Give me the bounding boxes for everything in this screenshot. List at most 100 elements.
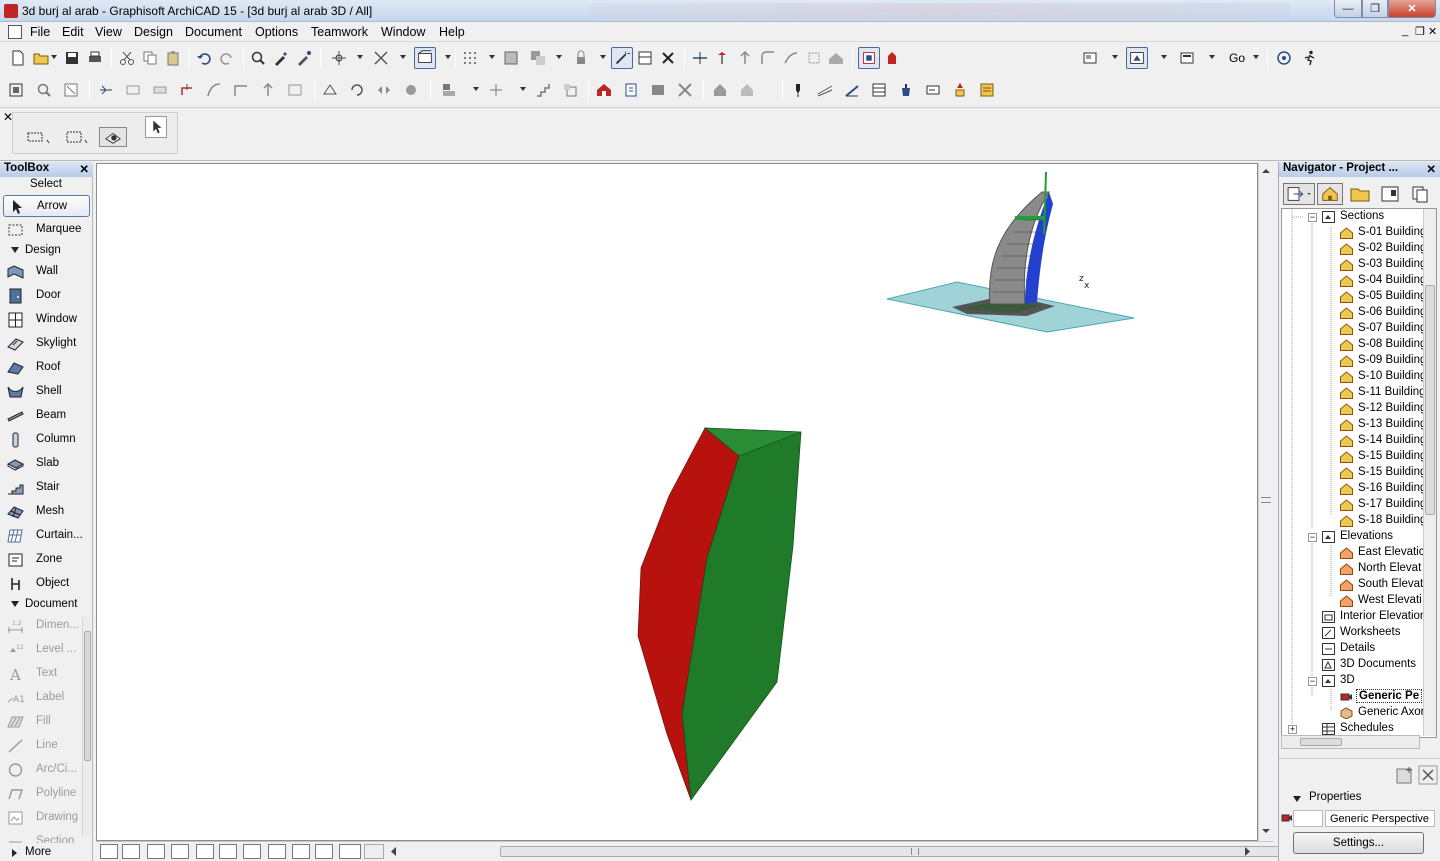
project-map-tab-icon[interactable] <box>1317 183 1343 205</box>
menu-document[interactable]: Document <box>185 25 242 39</box>
delete-view-icon[interactable] <box>1418 765 1438 785</box>
mdi-minimize-button[interactable]: _ <box>1402 25 1408 37</box>
menu-teamwork[interactable]: Teamwork <box>311 25 368 39</box>
undo-icon[interactable] <box>196 50 212 66</box>
hscroll-grip-icon[interactable] <box>911 848 919 855</box>
tool-slab[interactable]: Slab <box>3 453 90 475</box>
tool-beam[interactable]: Beam <box>3 405 90 427</box>
navigator-vertical-scrollbar[interactable] <box>1423 209 1436 736</box>
bucket-icon[interactable] <box>898 82 914 98</box>
offset-icon[interactable] <box>783 50 799 66</box>
order-dropdown-icon[interactable] <box>556 55 562 59</box>
dimension-line-icon[interactable] <box>98 82 114 98</box>
schedule-icon[interactable] <box>871 82 887 98</box>
menu-file[interactable]: File <box>30 25 50 39</box>
walk-icon[interactable] <box>1302 50 1318 66</box>
zoom-out-icon[interactable] <box>219 844 237 859</box>
slope-icon[interactable] <box>844 82 860 98</box>
menu-options[interactable]: Options <box>255 25 298 39</box>
tool-arc-circle[interactable]: Arc/Ci... <box>3 759 90 781</box>
menu-design[interactable]: Design <box>134 25 173 39</box>
3d-dropdown-icon[interactable] <box>1161 55 1167 59</box>
publisher-sets-tab-icon[interactable] <box>1407 183 1433 205</box>
tool-shell[interactable]: Shell <box>3 381 90 403</box>
trace-icon[interactable] <box>373 50 389 66</box>
layout-book-icon[interactable] <box>1179 50 1195 66</box>
minimize-button[interactable]: — <box>1334 0 1362 18</box>
menu-window[interactable]: Window <box>381 25 425 39</box>
tool-stair[interactable]: Stair <box>3 477 90 499</box>
fillet-icon[interactable] <box>760 50 776 66</box>
merge-icon[interactable] <box>739 82 755 98</box>
elevation-icon[interactable] <box>260 82 276 98</box>
save-icon[interactable] <box>64 50 80 66</box>
section-marker-icon[interactable] <box>637 50 653 66</box>
scroll-up-icon[interactable] <box>1262 167 1270 175</box>
rect-marquee-icon[interactable] <box>63 127 91 147</box>
tool-arrow[interactable]: Arrow <box>3 195 90 217</box>
zoom-next-icon[interactable] <box>364 844 384 859</box>
design-section-header[interactable]: Design <box>0 243 92 259</box>
scroll-left-icon[interactable] <box>390 847 397 856</box>
elevations-collapse-toggle[interactable]: − <box>1308 533 1317 542</box>
layout-book-tab-icon[interactable] <box>1377 183 1403 205</box>
explore-icon[interactable] <box>292 844 310 859</box>
resize-icon[interactable] <box>562 82 578 98</box>
inject-parameters-icon[interactable] <box>296 50 312 66</box>
viewport-vertical-scrollbar[interactable] <box>1258 163 1273 841</box>
mdi-restore-button[interactable]: ❐ <box>1415 25 1425 38</box>
zoom-area-icon[interactable] <box>122 844 140 859</box>
3d-cut-icon[interactable] <box>322 82 338 98</box>
properties-collapse-icon[interactable] <box>1293 796 1301 802</box>
rotate-icon[interactable] <box>349 82 365 98</box>
redo-icon[interactable] <box>219 50 235 66</box>
zoom-fit-icon[interactable] <box>171 844 189 859</box>
tool-label[interactable]: A1 Label <box>3 687 90 709</box>
tool-fill[interactable]: Fill <box>3 711 90 733</box>
trim-to-roof-icon[interactable] <box>623 82 639 98</box>
copy-icon[interactable] <box>142 50 158 66</box>
orbit-icon[interactable] <box>1276 50 1292 66</box>
roof-trim-icon[interactable] <box>828 50 844 66</box>
renovation-filter-icon[interactable] <box>952 82 968 98</box>
new-view-icon[interactable] <box>1395 765 1415 785</box>
cut-icon[interactable] <box>119 50 135 66</box>
archicad-app-icon[interactable] <box>4 4 18 18</box>
distribute-dropdown-icon[interactable] <box>520 87 526 91</box>
go-label[interactable]: Go <box>1229 51 1245 65</box>
3d-window-icon[interactable] <box>1126 47 1148 69</box>
split-element-icon[interactable] <box>677 82 693 98</box>
cut-tool-icon[interactable] <box>650 82 666 98</box>
tool-text[interactable]: A Text <box>3 663 90 685</box>
rotated-marquee-icon[interactable] <box>99 127 127 147</box>
pan-hand-icon[interactable] <box>243 844 261 859</box>
tool-column[interactable]: Column <box>3 429 90 451</box>
adjust-icon[interactable] <box>714 50 730 66</box>
solid-element-icon[interactable] <box>596 82 612 98</box>
find-select-icon[interactable] <box>250 50 266 66</box>
3d-viewport[interactable]: z x <box>96 163 1258 841</box>
elevate-icon[interactable] <box>737 50 753 66</box>
distribute-icon[interactable] <box>488 82 504 98</box>
tool-polyline[interactable]: Polyline <box>3 783 90 805</box>
zoom-previous-icon[interactable] <box>339 844 361 859</box>
view-name-field[interactable]: Generic Perspective <box>1325 810 1435 827</box>
grid-dropdown-icon[interactable] <box>489 55 495 59</box>
floor-plan-dropdown-icon[interactable] <box>1112 55 1118 59</box>
scroll-down-icon[interactable] <box>1262 827 1270 835</box>
corner-icon[interactable] <box>233 82 249 98</box>
scroll-right-icon[interactable] <box>1244 847 1251 856</box>
tool-zone[interactable]: Zone <box>3 549 90 571</box>
viewport-horizontal-scrollbar[interactable] <box>500 846 1334 857</box>
paste-icon[interactable] <box>165 50 181 66</box>
lock-icon[interactable] <box>573 50 589 66</box>
pen-icon[interactable] <box>790 82 806 98</box>
hatch-icon[interactable] <box>817 82 833 98</box>
explode-icon[interactable] <box>806 50 822 66</box>
trace-dropdown-icon[interactable] <box>400 55 406 59</box>
wall-end-icon[interactable] <box>152 82 168 98</box>
toolbox-scroll-thumb[interactable] <box>84 631 91 761</box>
tool-door[interactable]: Door <box>3 285 90 307</box>
navigator-scroll-thumb[interactable] <box>1425 285 1435 515</box>
tool-dimension[interactable]: 1.2 Dimen... <box>3 615 90 637</box>
